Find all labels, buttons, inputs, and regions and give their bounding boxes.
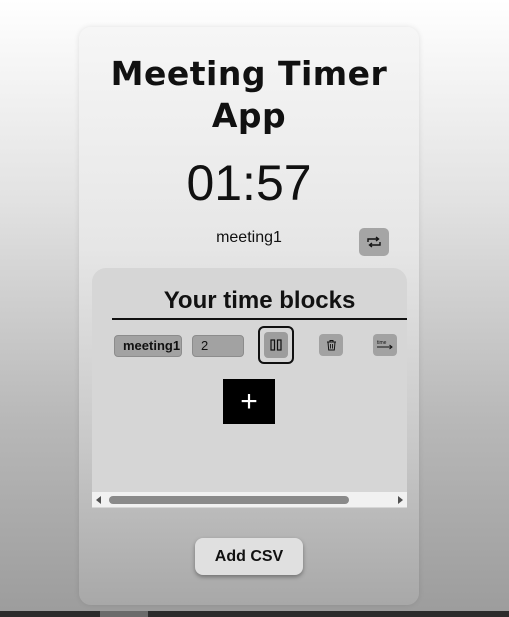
plus-icon: + [240, 384, 258, 418]
repeat-icon [367, 236, 381, 248]
time-arrow-icon: time [377, 340, 393, 350]
time-blocks-panel: Your time blocks meeting1 2 time + [92, 268, 407, 508]
pause-button[interactable] [264, 332, 288, 358]
timer-display: 01:57 [186, 155, 312, 211]
delete-block-button[interactable] [319, 334, 343, 356]
taskbar [0, 611, 509, 617]
add-csv-button[interactable]: Add CSV [195, 538, 303, 575]
timer-card: Meeting Timer App 01:57 meeting1 Your tim… [79, 27, 419, 605]
time-icon-text: time [377, 340, 387, 346]
scrollbar-thumb[interactable] [109, 496, 349, 504]
scroll-right-icon[interactable] [398, 496, 403, 504]
horizontal-scrollbar[interactable] [92, 492, 407, 507]
block-duration-input[interactable]: 2 [192, 335, 244, 357]
time-blocks-heading: Your time blocks [163, 287, 356, 314]
pause-button-focus[interactable] [258, 326, 294, 364]
block-name-input[interactable]: meeting1 [114, 335, 182, 357]
scroll-left-icon[interactable] [96, 496, 101, 504]
loop-button[interactable] [359, 228, 389, 256]
current-meeting-name: meeting1 [216, 229, 282, 246]
trash-icon [326, 340, 336, 351]
app-title: Meeting Timer App [110, 54, 388, 135]
add-block-button[interactable]: + [223, 379, 275, 424]
move-block-button[interactable]: time [373, 334, 397, 356]
pause-icon [270, 339, 282, 351]
heading-divider [112, 318, 407, 320]
taskbar-item[interactable] [100, 611, 148, 617]
